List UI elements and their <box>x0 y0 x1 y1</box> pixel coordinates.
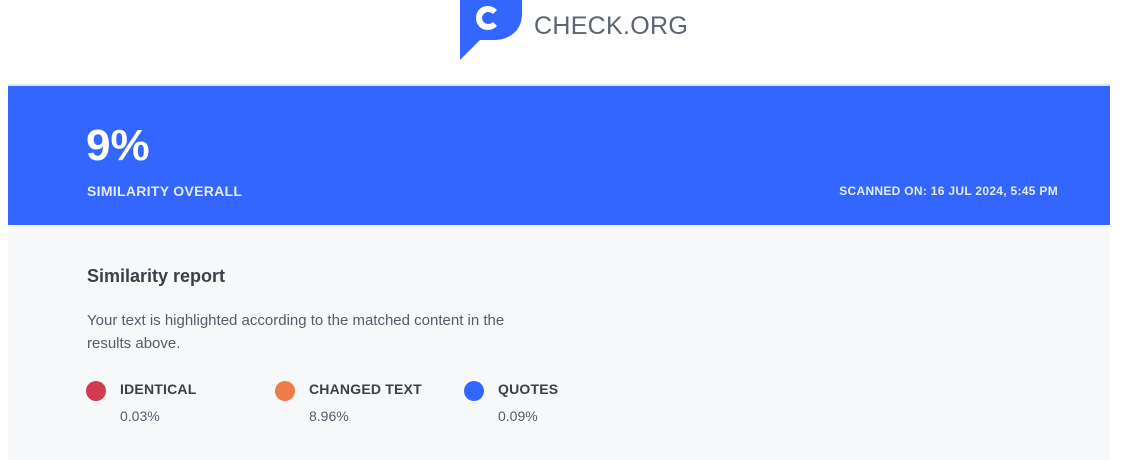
quotes-dot-icon <box>464 381 484 401</box>
legend-value: 0.09% <box>498 408 538 424</box>
similarity-banner: 9% SIMILARITY OVERALL SCANNED ON: 16 JUL… <box>8 86 1110 225</box>
legend-value: 0.03% <box>120 408 160 424</box>
legend-label: CHANGED TEXT <box>309 381 422 397</box>
report-title: Similarity report <box>87 266 226 286</box>
report-description: Your text is highlighted according to th… <box>87 312 505 352</box>
logo-text: CHECK.ORG <box>534 12 689 40</box>
chat-bubble-logo-icon <box>458 0 522 60</box>
legend-label: IDENTICAL <box>120 381 197 397</box>
similarity-overall-label: SIMILARITY OVERALL <box>87 183 243 199</box>
legend-label: QUOTES <box>498 381 559 397</box>
scanned-on-timestamp: SCANNED ON: 16 JUL 2024, 5:45 PM <box>839 184 1058 198</box>
report-page: CHECK.ORG 9% SIMILARITY OVERALL SCANNED … <box>0 0 1124 460</box>
legend-value: 8.96% <box>309 408 349 424</box>
changed-text-dot-icon <box>275 381 295 401</box>
similarity-percent: 9% <box>86 121 150 170</box>
similarity-report-section: Similarity report Your text is highlight… <box>8 225 1110 460</box>
identical-dot-icon <box>86 381 106 401</box>
